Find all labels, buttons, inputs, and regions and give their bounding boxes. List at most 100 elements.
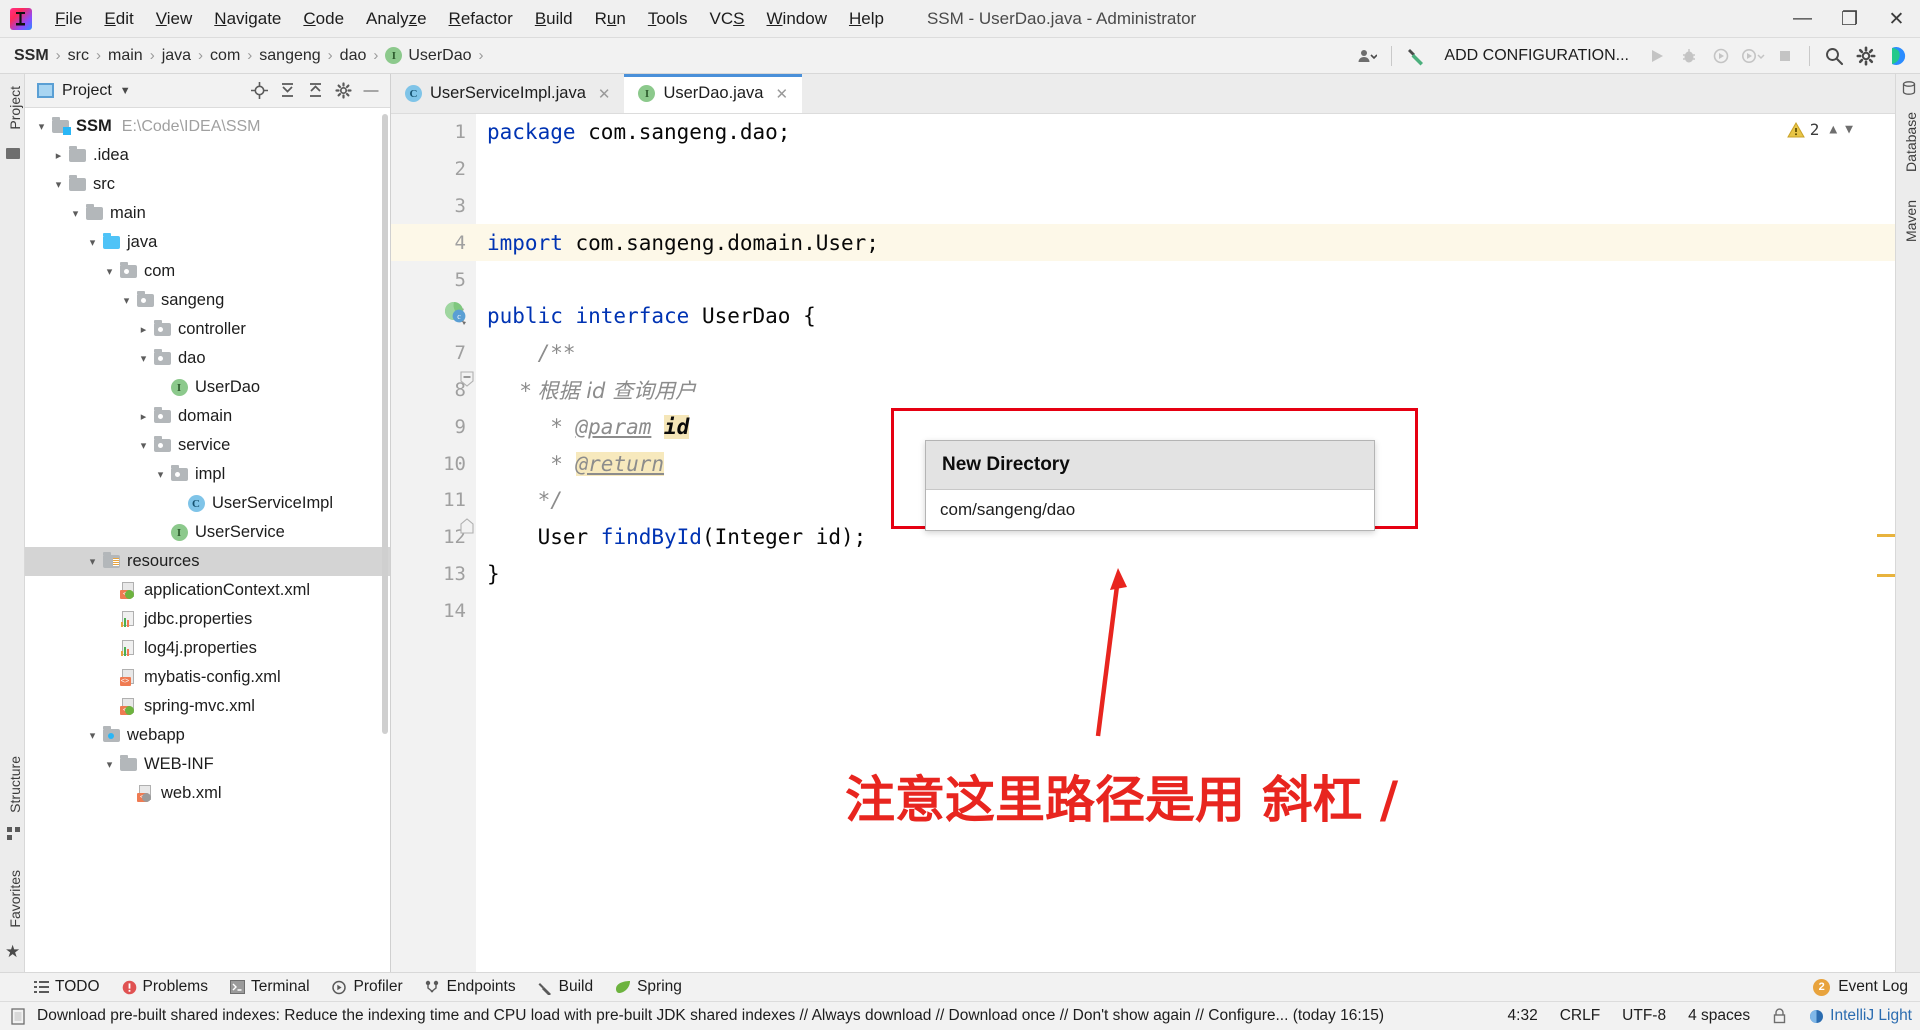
code-line-3[interactable] [476,188,1895,225]
tool-tab-project[interactable]: Project [3,80,27,136]
bottom-tab-spring[interactable]: Spring [615,978,682,996]
bottom-tab-endpoints[interactable]: Endpoints [425,978,516,996]
tool-tab-maven[interactable]: Maven [1899,194,1920,248]
tree-item-service[interactable]: ▾ service [25,431,390,460]
tree-item-userdao[interactable]: I UserDao [25,373,390,402]
line-number-10[interactable]: 10 [391,445,476,482]
menu-help[interactable]: Help [838,4,895,34]
line-number-13[interactable]: 13 [391,556,476,593]
line-number-3[interactable]: 3 [391,188,476,225]
new-directory-dialog[interactable]: New Directory com/sangeng/dao [925,440,1375,531]
tree-item--idea[interactable]: ▸ .idea [25,141,390,170]
breadcrumb-item-com[interactable]: com [210,47,240,65]
line-number-11[interactable]: 11 [391,482,476,519]
menu-bar[interactable]: File Edit View Navigate Code Analyze Refactor B… [44,4,895,34]
left-strip-bottom[interactable]: Structure Favorites ★ [3,750,27,962]
editor-tab-userserviceimpl-java[interactable]: C UserServiceImpl.java ✕ [391,74,625,113]
project-tool-window[interactable]: Project ▼ — ▾ SSM E:\Code\IDEA\SSM ▸ .idea ▾ s… [25,74,391,972]
breadcrumb-item-main[interactable]: main [108,47,143,65]
tool-tab-structure[interactable]: Structure [3,750,27,819]
tool-tab-database[interactable]: Database [1899,106,1920,178]
chevron-down-icon[interactable]: ▾ [135,352,152,365]
line-number-4[interactable]: 4 [391,224,476,262]
code-line-1[interactable]: package com.sangeng.dao; [476,114,1895,151]
status-message[interactable]: Download pre-built shared indexes: Reduc… [37,1007,1384,1025]
editor-tab-bar[interactable]: C UserServiceImpl.java ✕ I UserDao.java ✕ [391,74,1895,114]
bottom-tab-todo[interactable]: TODO [34,978,100,996]
tree-scrollbar[interactable] [382,114,388,734]
close-icon[interactable]: ✕ [775,85,788,103]
read-only-lock-icon[interactable] [1772,1008,1787,1024]
tree-item-ssm[interactable]: ▾ SSM E:\Code\IDEA\SSM [25,112,390,141]
bottom-tool-bar[interactable]: TODO Problems Terminal Profiler Endpoints Bui… [0,972,1920,1001]
tree-item-webapp[interactable]: ▾ webapp [25,721,390,750]
theme-indicator[interactable]: IntelliJ Light [1809,1007,1912,1025]
search-everywhere-icon[interactable] [1820,42,1848,70]
hide-panel-icon[interactable]: — [358,78,384,104]
project-panel-actions[interactable]: — [246,78,384,104]
code-editor[interactable]: 1234567891011121314 c package com.sangen… [391,114,1895,972]
structure-icon[interactable] [7,826,27,846]
menu-edit[interactable]: Edit [93,4,144,34]
add-configuration-button[interactable]: ADD CONFIGURATION... [1434,47,1639,65]
line-number-14[interactable]: 14 [391,592,476,629]
tree-item-log4j-properties[interactable]: log4j.properties [25,634,390,663]
editor-marker[interactable] [1877,574,1895,577]
right-tool-strip[interactable]: Database Maven [1895,74,1920,972]
editor-tab-userdao-java[interactable]: I UserDao.java ✕ [624,74,803,113]
tree-item-web-xml[interactable]: < web.xml [25,779,390,808]
status-bar-right[interactable]: 4:32 CRLF UTF-8 4 spaces IntelliJ Light [1508,1007,1912,1025]
project-tree[interactable]: ▾ SSM E:\Code\IDEA\SSM ▸ .idea ▾ src ▾ main ▾ java… [25,108,390,972]
tree-item-jdbc-properties[interactable]: jdbc.properties [25,605,390,634]
bottom-tab-problems[interactable]: Problems [122,978,208,996]
indent-setting[interactable]: 4 spaces [1688,1007,1750,1025]
event-log-button[interactable]: Event Log [1838,978,1908,996]
hammer-build-icon[interactable] [1402,42,1430,70]
star-icon[interactable]: ★ [5,942,27,962]
chevron-down-icon[interactable]: ▾ [50,178,67,191]
bottom-bar-right[interactable]: 2 Event Log [1813,978,1908,996]
left-tool-strip[interactable]: Project Structure Favorites ★ [0,74,25,972]
chevron-down-icon[interactable]: ▼ [1845,122,1853,137]
tree-item-userservice[interactable]: I UserService [25,518,390,547]
menu-run[interactable]: Run [584,4,637,34]
database-icon[interactable] [1902,80,1920,100]
code-fold-marker-close[interactable] [459,518,474,534]
minimize-button[interactable]: — [1779,0,1826,38]
tree-item-domain[interactable]: ▸ domain [25,402,390,431]
chevron-down-icon[interactable]: ▾ [101,758,118,771]
code-line-8[interactable]: * 根据 id 查询用户 [476,372,1895,409]
line-number-9[interactable]: 9 [391,408,476,445]
tree-item-dao[interactable]: ▾ dao [25,344,390,373]
tree-item-resources[interactable]: ▾ resources [25,547,390,576]
expand-all-icon[interactable] [274,78,300,104]
spring-bean-gutter-icon[interactable]: c [443,300,469,326]
chevron-right-icon[interactable]: ▸ [135,410,152,423]
chevron-down-icon[interactable]: ▾ [135,439,152,452]
file-encoding[interactable]: UTF-8 [1622,1007,1666,1025]
tree-item-java[interactable]: ▾ java [25,228,390,257]
code-line-4[interactable]: import com.sangeng.domain.User; [476,224,1895,262]
chevron-down-icon[interactable]: ▾ [84,555,101,568]
chevron-down-icon[interactable]: ▼ [120,85,131,97]
toolbar-actions[interactable]: ADD CONFIGURATION... [1353,38,1912,74]
menu-file[interactable]: File [44,4,93,34]
breadcrumb-item-dao[interactable]: dao [340,47,367,65]
tree-item-com[interactable]: ▾ com [25,257,390,286]
tree-item-spring-mvc-xml[interactable]: < spring-mvc.xml [25,692,390,721]
menu-window[interactable]: Window [756,4,838,34]
close-icon[interactable]: ✕ [598,85,611,103]
chevron-right-icon[interactable]: ▸ [135,323,152,336]
folder-strip-icon[interactable] [6,147,20,159]
menu-code[interactable]: Code [292,4,355,34]
breadcrumb[interactable]: SSM › src › main › java › com › sangeng › dao › I UserD… [14,47,491,65]
bottom-tab-build[interactable]: Build [538,978,593,996]
chevron-down-icon[interactable]: ▾ [118,294,135,307]
editor-marker[interactable] [1877,534,1895,537]
menu-tools[interactable]: Tools [637,4,699,34]
line-number-2[interactable]: 2 [391,151,476,188]
collapse-all-icon[interactable] [302,78,328,104]
right-strip-top[interactable]: Database Maven [1899,80,1920,248]
locate-target-icon[interactable] [246,78,272,104]
tree-item-impl[interactable]: ▾ impl [25,460,390,489]
